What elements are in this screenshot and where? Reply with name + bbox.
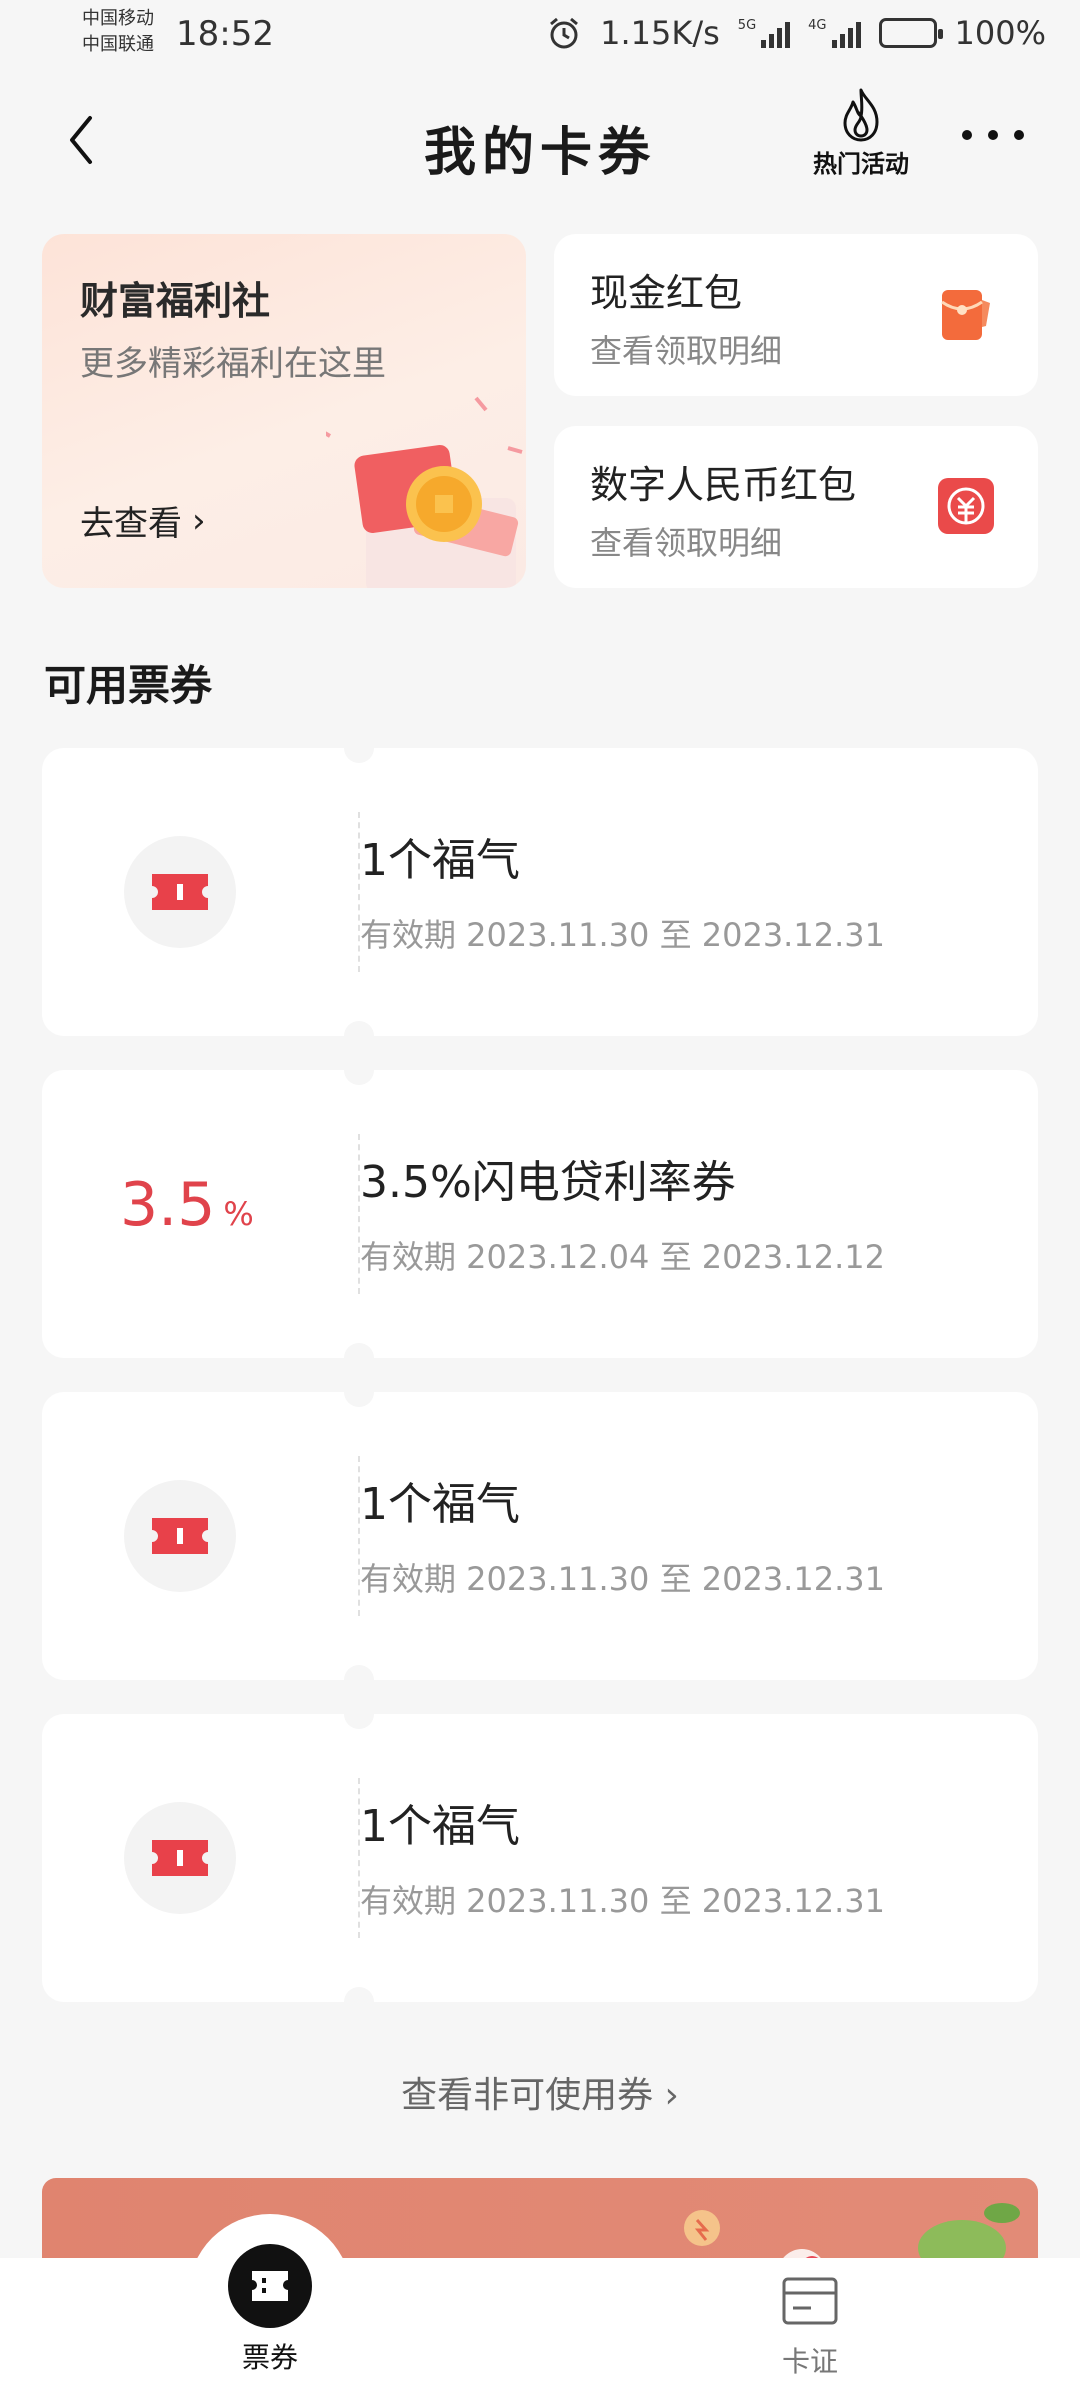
gift-coin-illustration <box>326 396 523 588</box>
coupon-validity: 有效期 2023.11.30 至 2023.12.31 <box>360 1560 885 1598</box>
red-envelope-icon <box>941 290 990 340</box>
side-card-subtitle: 查看领取明细 <box>590 332 783 370</box>
ticket-icon <box>152 874 208 910</box>
wealth-welfare-card[interactable]: 财富福利社 更多精彩福利在这里 去查看 › <box>42 234 526 588</box>
tab-tickets-label: 票券 <box>241 2341 298 2374</box>
coupon-card[interactable]: 1个福气 有效期 2023.11.30 至 2023.12.31 <box>42 733 1038 1051</box>
welfare-view-label: 去查看 <box>80 504 182 544</box>
hot-activities-label: 热门活动 <box>813 149 909 178</box>
digital-rmb-icon <box>938 478 994 534</box>
coupon-card[interactable]: 1个福气 有效期 2023.11.30 至 2023.12.31 <box>42 1699 1038 2017</box>
battery-percent: 100% <box>954 14 1046 52</box>
carrier-info: 中国移动 中国联通 <box>82 6 154 58</box>
alarm-icon <box>550 17 579 49</box>
coupon-validity: 有效期 2023.11.30 至 2023.12.31 <box>360 916 885 954</box>
coupon-name: 1个福气 <box>360 1801 520 1852</box>
coupon-name: 1个福气 <box>360 835 520 886</box>
coupon-validity: 有效期 2023.11.30 至 2023.12.31 <box>360 1882 885 1920</box>
signal-4g-icon: 4G <box>808 18 861 48</box>
status-time: 18:52 <box>176 14 274 54</box>
coupon-name: 3.5%闪电贷利率券 <box>360 1157 736 1208</box>
hot-activities-button[interactable]: 热门活动 <box>796 86 926 186</box>
carrier-1: 中国移动 <box>82 8 154 29</box>
coupon-badge <box>124 836 236 948</box>
status-bar: 中国移动 中国联通 18:52 1.15K/s 5G 4G 100% <box>0 0 1080 72</box>
tab-cards-label: 卡证 <box>781 2345 838 2378</box>
tab-tickets[interactable]: 票券 <box>210 2244 330 2376</box>
chevron-right-icon: › <box>192 500 206 541</box>
rate-unit: % <box>223 1195 254 1233</box>
status-indicators: 1.15K/s 5G 4G 100% <box>546 14 1046 52</box>
coupon-badge <box>124 1802 236 1914</box>
side-card-title: 现金红包 <box>590 271 743 315</box>
tickets-tab-icon <box>228 2244 312 2328</box>
net-type-1: 5G <box>737 18 757 33</box>
more-menu-icon[interactable] <box>962 130 1024 144</box>
welfare-title: 财富福利社 <box>80 279 271 323</box>
ticket-icon <box>152 1840 208 1876</box>
net-type-2: 4G <box>808 18 827 33</box>
view-unusable-coupons-link[interactable]: 查看非可使用券 › <box>0 2066 1080 2118</box>
welfare-view-link[interactable]: 去查看 › <box>80 496 206 545</box>
coupon-name: 1个福气 <box>360 1479 520 1530</box>
side-card-subtitle: 查看领取明细 <box>590 524 783 562</box>
flame-icon <box>843 88 879 142</box>
welfare-subtitle: 更多精彩福利在这里 <box>80 344 386 384</box>
cash-red-envelope-card[interactable]: 现金红包 查看领取明细 <box>554 234 1038 396</box>
coupon-card[interactable]: 3.5 % 3.5%闪电贷利率券 有效期 2023.12.04 至 2023.1… <box>42 1055 1038 1373</box>
coupon-badge <box>124 1480 236 1592</box>
net-speed: 1.15K/s <box>600 14 720 52</box>
digital-rmb-red-envelope-card[interactable]: 数字人民币红包 查看领取明细 <box>554 426 1038 588</box>
nav-bar: 我的卡券 热门活动 <box>0 86 1080 196</box>
interest-rate-value: 3.5 % <box>120 1170 254 1240</box>
battery-icon <box>878 18 943 48</box>
tab-cards[interactable]: 卡证 <box>750 2276 870 2380</box>
coupon-validity: 有效期 2023.12.04 至 2023.12.12 <box>360 1238 885 1276</box>
rate-number: 3.5 <box>120 1170 216 1240</box>
ticket-icon <box>252 2271 288 2301</box>
signal-5g-icon: 5G <box>737 18 791 48</box>
bottom-tab-bar <box>0 2258 1080 2400</box>
coupon-card[interactable]: 1个福气 有效期 2023.11.30 至 2023.12.31 <box>42 1377 1038 1695</box>
card-icon <box>782 2277 838 2325</box>
available-coupons-heading: 可用票券 <box>44 661 213 710</box>
carrier-2: 中国联通 <box>82 34 154 55</box>
ticket-icon <box>152 1518 208 1554</box>
side-card-title: 数字人民币红包 <box>590 463 857 507</box>
